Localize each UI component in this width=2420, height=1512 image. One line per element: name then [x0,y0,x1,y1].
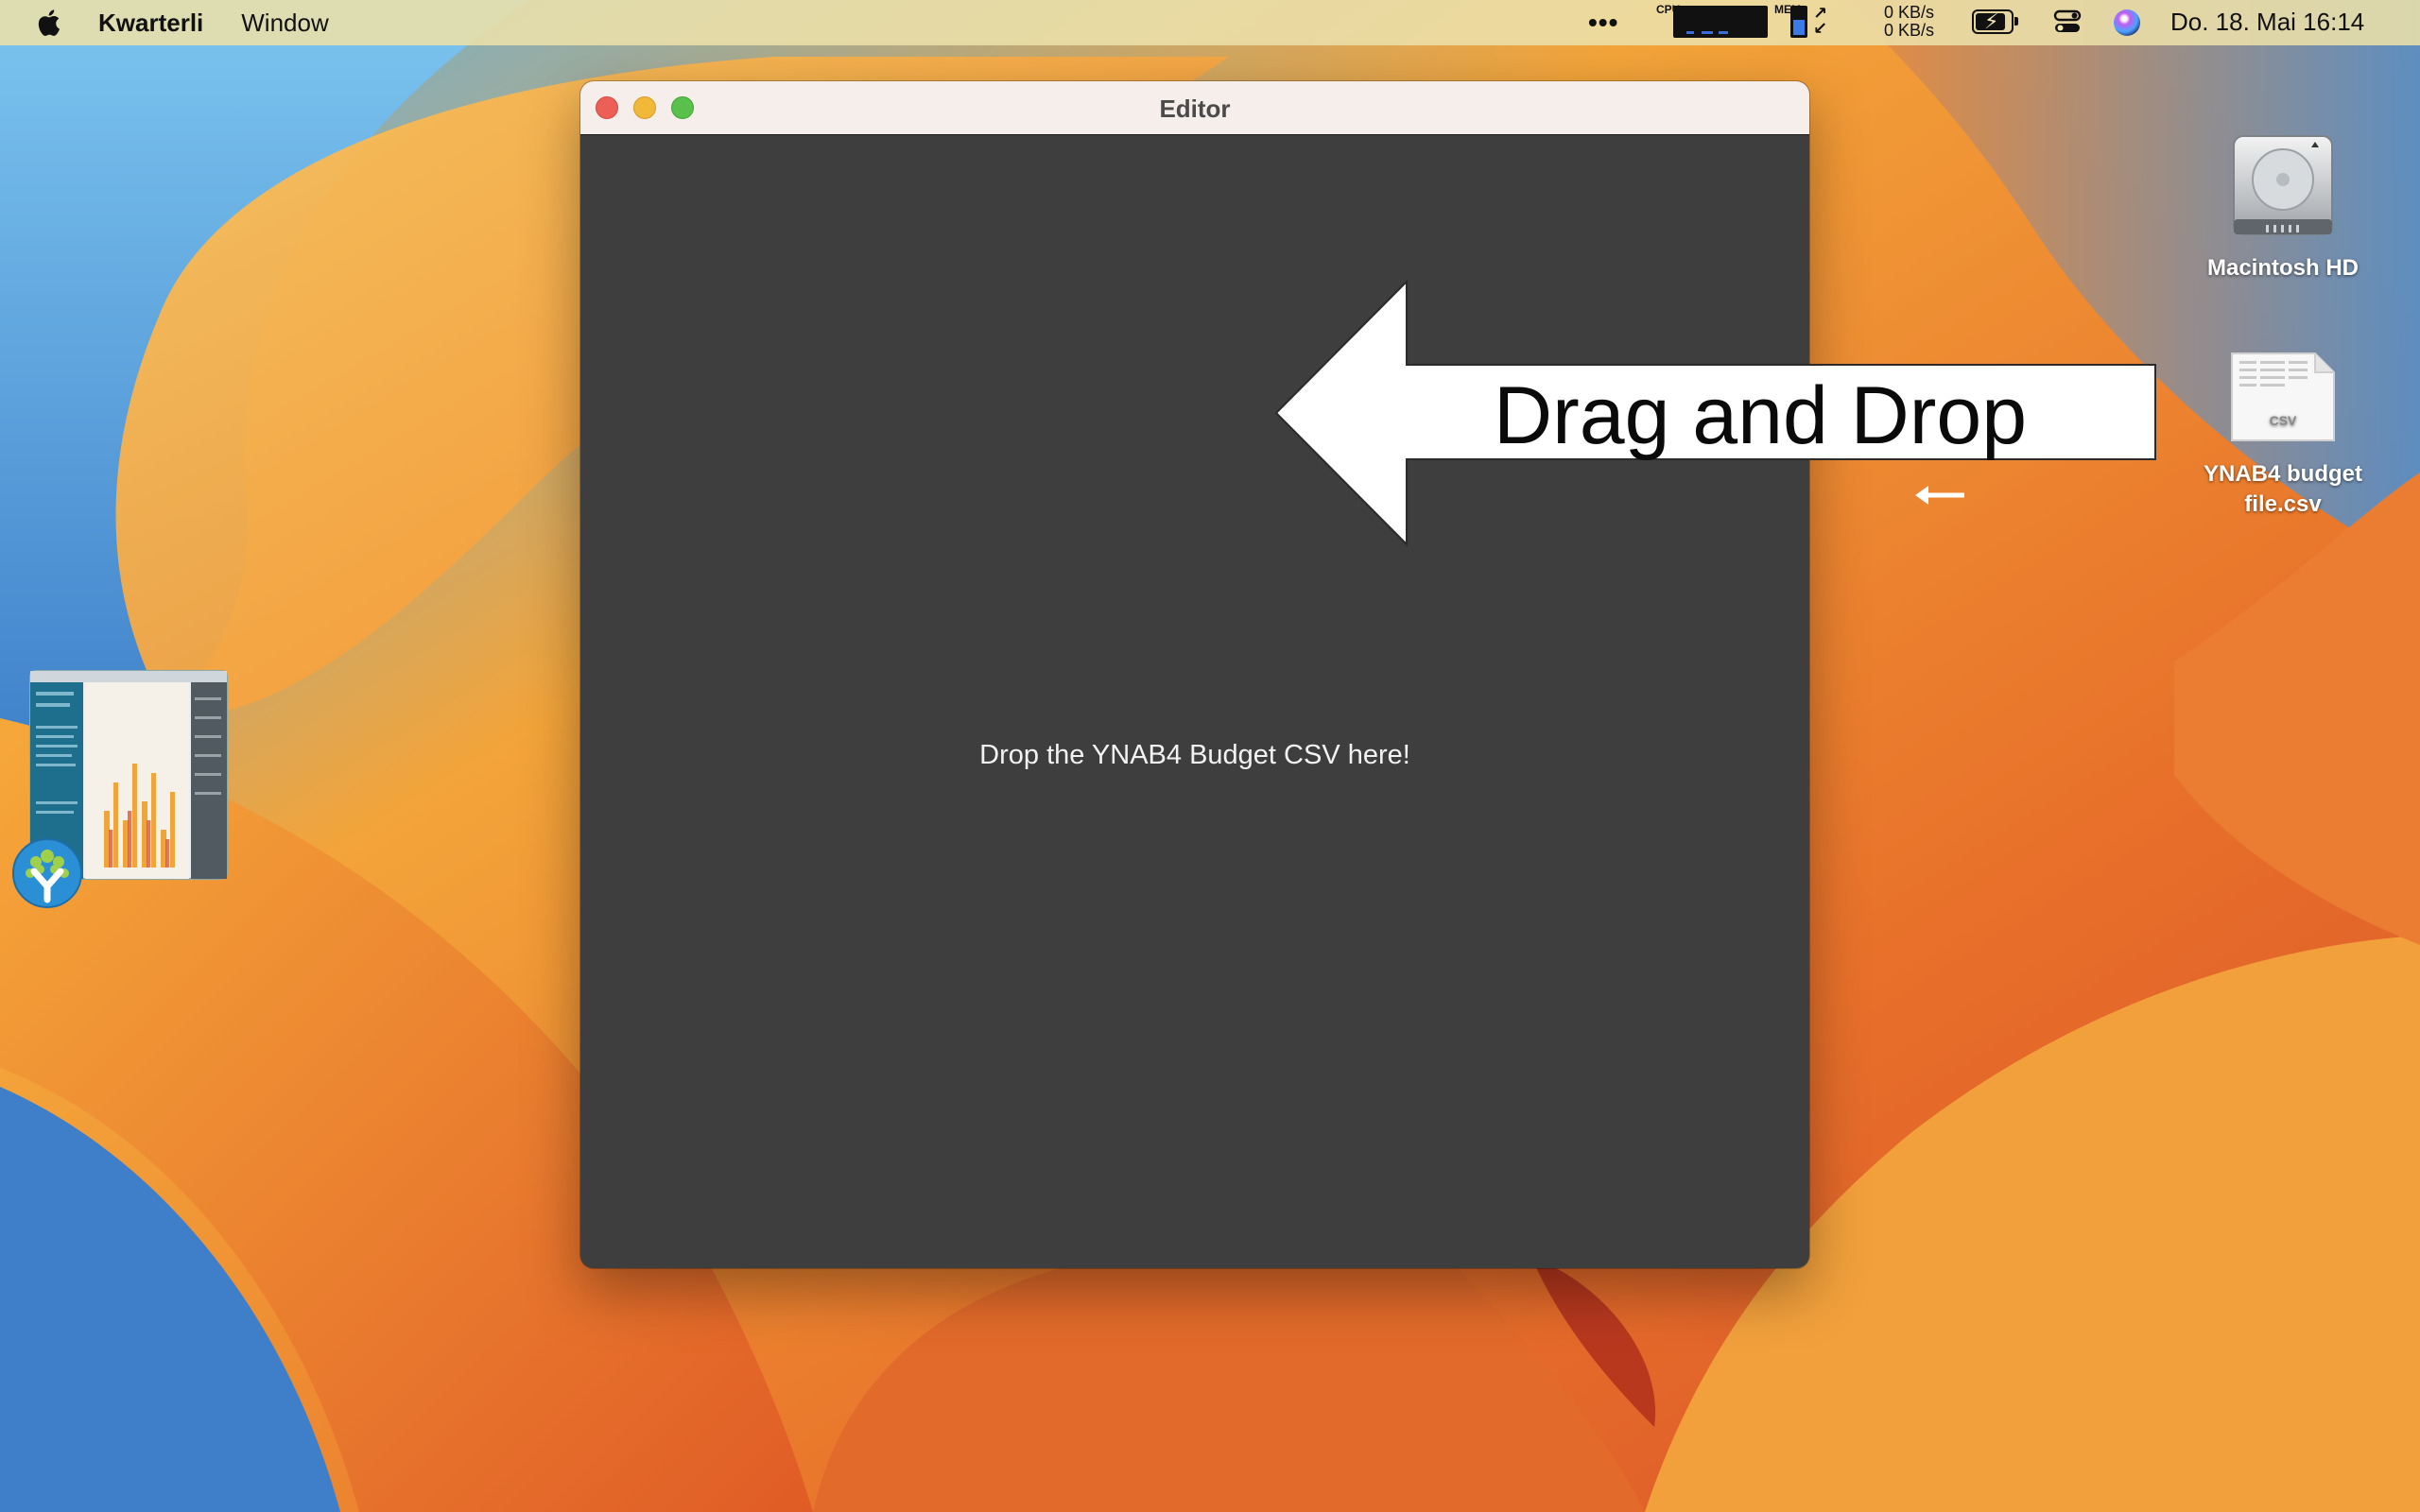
battery-icon[interactable]: ⚡ [1972,9,2018,34]
hard-drive-icon [2233,135,2333,235]
editor-window: Editor Drop the YNAB4 Budget CSV here! [580,81,1809,1268]
window-title: Editor [1159,94,1231,123]
menu-bar: Kwarterli Window ••• CPU MEM ↗ ↙ 0 KB/s 0… [0,0,2420,45]
apple-menu-icon[interactable] [34,7,66,39]
network-rates[interactable]: 0 KB/s 0 KB/s [1872,4,1934,40]
desktop-icon-macintosh-hd[interactable]: Macintosh HD [2184,132,2382,284]
window-menu[interactable]: Window [241,9,328,38]
network-upload-rate: 0 KB/s [1883,3,1934,22]
csv-badge-text: CSV [2270,413,2297,428]
cpu-graph[interactable] [1673,6,1768,38]
network-arrows-icon: ↗ ↙ [1813,4,1828,38]
desktop-icon-ynab4-csv[interactable]: CSV YNAB4 budget file.csv [2184,350,2382,520]
control-center-icon[interactable] [2053,9,2082,34]
desktop-icon-label: YNAB4 budget file.csv [2204,461,2362,517]
siri-icon[interactable] [2114,9,2140,36]
app-menu[interactable]: Kwarterli [98,9,203,38]
cpu-label: CPU [1656,3,1681,16]
window-titlebar[interactable]: Editor [580,81,1809,135]
more-menu-extras-icon[interactable]: ••• [1588,8,1618,38]
drag-and-drop-label: Drag and Drop [1494,370,2028,461]
menu-bar-clock[interactable]: Do. 18. Mai 16:14 [2170,8,2364,37]
mem-label: MEM [1774,3,1801,16]
drag-direction-arrow-icon [1915,486,1964,505]
desktop-icon-label: Macintosh HD [2206,255,2359,281]
drop-prompt: Drop the YNAB4 Budget CSV here! [979,740,1410,770]
csv-file-icon: CSV [2231,352,2335,441]
ynab-app-icon [12,838,82,908]
memory-bar[interactable] [1790,6,1807,38]
network-download-rate: 0 KB/s [1883,21,1934,40]
